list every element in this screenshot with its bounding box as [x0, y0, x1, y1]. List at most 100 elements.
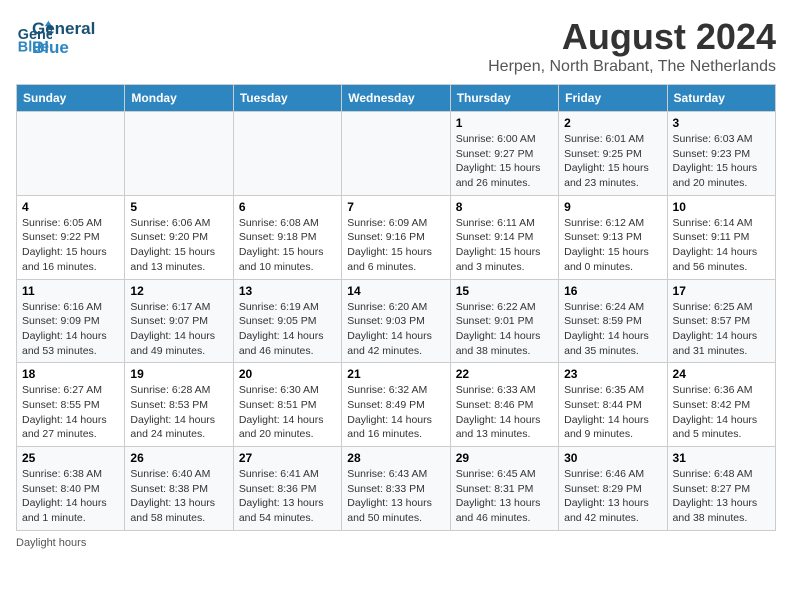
day-info: Sunrise: 6:06 AM Sunset: 9:20 PM Dayligh… — [130, 216, 227, 275]
day-number: 14 — [347, 284, 444, 298]
calendar-cell: 23 Sunrise: 6:35 AM Sunset: 8:44 PM Dayli… — [559, 363, 667, 447]
day-number: 4 — [22, 200, 119, 214]
calendar-week-row: 18Sunrise: 6:27 AM Sunset: 8:55 PM Dayli… — [17, 363, 776, 447]
day-number: 30 — [564, 451, 661, 465]
day-info: Sunrise: 6:43 AM Sunset: 8:33 PM Dayligh… — [347, 467, 444, 526]
day-number: 7 — [347, 200, 444, 214]
day-number: 19 — [130, 367, 227, 381]
day-info: Sunrise: 6:01 AM Sunset: 9:25 PM Dayligh… — [564, 132, 661, 191]
page-header: General Blue General Blue August 2024 He… — [16, 16, 776, 76]
title-block: August 2024 Herpen, North Brabant, The N… — [488, 16, 776, 76]
column-header-friday: Friday — [559, 85, 667, 112]
day-number: 20 — [239, 367, 336, 381]
day-info: Sunrise: 6:48 AM Sunset: 8:27 PM Dayligh… — [673, 467, 770, 526]
day-number: 9 — [564, 200, 661, 214]
day-number: 17 — [673, 284, 770, 298]
calendar-cell — [125, 112, 233, 196]
calendar-cell: 5 Sunrise: 6:06 AM Sunset: 9:20 PM Daylig… — [125, 195, 233, 279]
day-info: Sunrise: 6:20 AM Sunset: 9:03 PM Dayligh… — [347, 300, 444, 359]
calendar-week-row: 1 Sunrise: 6:00 AM Sunset: 9:27 PM Daylig… — [17, 112, 776, 196]
day-info: Sunrise: 6:40 AM Sunset: 8:38 PM Dayligh… — [130, 467, 227, 526]
calendar-cell: 20 Sunrise: 6:30 AM Sunset: 8:51 PM Dayli… — [233, 363, 341, 447]
footer-note: Daylight hours — [16, 537, 776, 549]
day-number: 12 — [130, 284, 227, 298]
day-number: 8 — [456, 200, 553, 214]
day-info: Sunrise: 6:03 AM Sunset: 9:23 PM Dayligh… — [673, 132, 770, 191]
day-info: Sunrise: 6:17 AM Sunset: 9:07 PM Dayligh… — [130, 300, 227, 359]
calendar-cell: 29 Sunrise: 6:45 AM Sunset: 8:31 PM Dayli… — [450, 447, 558, 531]
day-info: Sunrise: 6:32 AM Sunset: 8:49 PM Dayligh… — [347, 383, 444, 442]
calendar-header-row: SundayMondayTuesdayWednesdayThursdayFrid… — [17, 85, 776, 112]
calendar-cell: 11 Sunrise: 6:16 AM Sunset: 9:09 PM Dayli… — [17, 279, 125, 363]
day-number: 26 — [130, 451, 227, 465]
day-number: 10 — [673, 200, 770, 214]
day-number: 23 — [564, 367, 661, 381]
day-info: Sunrise: 6:24 AM Sunset: 8:59 PM Dayligh… — [564, 300, 661, 359]
day-number: 2 — [564, 116, 661, 130]
day-number: 28 — [347, 451, 444, 465]
day-info: Sunrise: 6:38 AM Sunset: 8:40 PM Dayligh… — [22, 467, 119, 526]
calendar-cell: 16 Sunrise: 6:24 AM Sunset: 8:59 PM Dayli… — [559, 279, 667, 363]
calendar-cell: 21 Sunrise: 6:32 AM Sunset: 8:49 PM Dayli… — [342, 363, 450, 447]
calendar-cell: 17 Sunrise: 6:25 AM Sunset: 8:57 PM Dayli… — [667, 279, 775, 363]
logo: General Blue General Blue — [16, 16, 95, 57]
calendar-cell: 7Sunrise: 6:09 AM Sunset: 9:16 PM Daylig… — [342, 195, 450, 279]
day-info: Sunrise: 6:36 AM Sunset: 8:42 PM Dayligh… — [673, 383, 770, 442]
day-info: Sunrise: 6:45 AM Sunset: 8:31 PM Dayligh… — [456, 467, 553, 526]
day-number: 5 — [130, 200, 227, 214]
calendar-cell: 19 Sunrise: 6:28 AM Sunset: 8:53 PM Dayli… — [125, 363, 233, 447]
day-number: 15 — [456, 284, 553, 298]
calendar-cell: 28 Sunrise: 6:43 AM Sunset: 8:33 PM Dayli… — [342, 447, 450, 531]
column-header-sunday: Sunday — [17, 85, 125, 112]
day-info: Sunrise: 6:05 AM Sunset: 9:22 PM Dayligh… — [22, 216, 119, 275]
day-number: 31 — [673, 451, 770, 465]
day-info: Sunrise: 6:41 AM Sunset: 8:36 PM Dayligh… — [239, 467, 336, 526]
column-header-saturday: Saturday — [667, 85, 775, 112]
calendar-week-row: 25Sunrise: 6:38 AM Sunset: 8:40 PM Dayli… — [17, 447, 776, 531]
location-subtitle: Herpen, North Brabant, The Netherlands — [488, 58, 776, 76]
day-info: Sunrise: 6:28 AM Sunset: 8:53 PM Dayligh… — [130, 383, 227, 442]
day-info: Sunrise: 6:11 AM Sunset: 9:14 PM Dayligh… — [456, 216, 553, 275]
calendar-table: SundayMondayTuesdayWednesdayThursdayFrid… — [16, 84, 776, 531]
day-info: Sunrise: 6:27 AM Sunset: 8:55 PM Dayligh… — [22, 383, 119, 442]
month-year-title: August 2024 — [488, 16, 776, 58]
calendar-cell: 3 Sunrise: 6:03 AM Sunset: 9:23 PM Daylig… — [667, 112, 775, 196]
day-info: Sunrise: 6:08 AM Sunset: 9:18 PM Dayligh… — [239, 216, 336, 275]
calendar-cell: 30Sunrise: 6:46 AM Sunset: 8:29 PM Dayli… — [559, 447, 667, 531]
calendar-cell: 22Sunrise: 6:33 AM Sunset: 8:46 PM Dayli… — [450, 363, 558, 447]
day-info: Sunrise: 6:16 AM Sunset: 9:09 PM Dayligh… — [22, 300, 119, 359]
day-info: Sunrise: 6:12 AM Sunset: 9:13 PM Dayligh… — [564, 216, 661, 275]
calendar-cell: 9 Sunrise: 6:12 AM Sunset: 9:13 PM Daylig… — [559, 195, 667, 279]
column-header-monday: Monday — [125, 85, 233, 112]
day-info: Sunrise: 6:22 AM Sunset: 9:01 PM Dayligh… — [456, 300, 553, 359]
calendar-cell — [342, 112, 450, 196]
day-info: Sunrise: 6:25 AM Sunset: 8:57 PM Dayligh… — [673, 300, 770, 359]
day-number: 27 — [239, 451, 336, 465]
calendar-cell — [17, 112, 125, 196]
calendar-cell: 10Sunrise: 6:14 AM Sunset: 9:11 PM Dayli… — [667, 195, 775, 279]
day-number: 24 — [673, 367, 770, 381]
day-number: 11 — [22, 284, 119, 298]
calendar-cell: 31 Sunrise: 6:48 AM Sunset: 8:27 PM Dayli… — [667, 447, 775, 531]
column-header-wednesday: Wednesday — [342, 85, 450, 112]
calendar-cell: 1 Sunrise: 6:00 AM Sunset: 9:27 PM Daylig… — [450, 112, 558, 196]
day-number: 22 — [456, 367, 553, 381]
calendar-week-row: 4 Sunrise: 6:05 AM Sunset: 9:22 PM Daylig… — [17, 195, 776, 279]
day-info: Sunrise: 6:00 AM Sunset: 9:27 PM Dayligh… — [456, 132, 553, 191]
calendar-cell: 14 Sunrise: 6:20 AM Sunset: 9:03 PM Dayli… — [342, 279, 450, 363]
day-number: 21 — [347, 367, 444, 381]
day-info: Sunrise: 6:35 AM Sunset: 8:44 PM Dayligh… — [564, 383, 661, 442]
day-info: Sunrise: 6:30 AM Sunset: 8:51 PM Dayligh… — [239, 383, 336, 442]
logo-line2: Blue — [32, 39, 95, 58]
day-number: 6 — [239, 200, 336, 214]
day-number: 29 — [456, 451, 553, 465]
day-number: 1 — [456, 116, 553, 130]
day-number: 16 — [564, 284, 661, 298]
calendar-cell — [233, 112, 341, 196]
calendar-cell: 2 Sunrise: 6:01 AM Sunset: 9:25 PM Daylig… — [559, 112, 667, 196]
calendar-cell: 13Sunrise: 6:19 AM Sunset: 9:05 PM Dayli… — [233, 279, 341, 363]
day-number: 3 — [673, 116, 770, 130]
calendar-cell: 25Sunrise: 6:38 AM Sunset: 8:40 PM Dayli… — [17, 447, 125, 531]
calendar-cell: 24 Sunrise: 6:36 AM Sunset: 8:42 PM Dayli… — [667, 363, 775, 447]
column-header-tuesday: Tuesday — [233, 85, 341, 112]
